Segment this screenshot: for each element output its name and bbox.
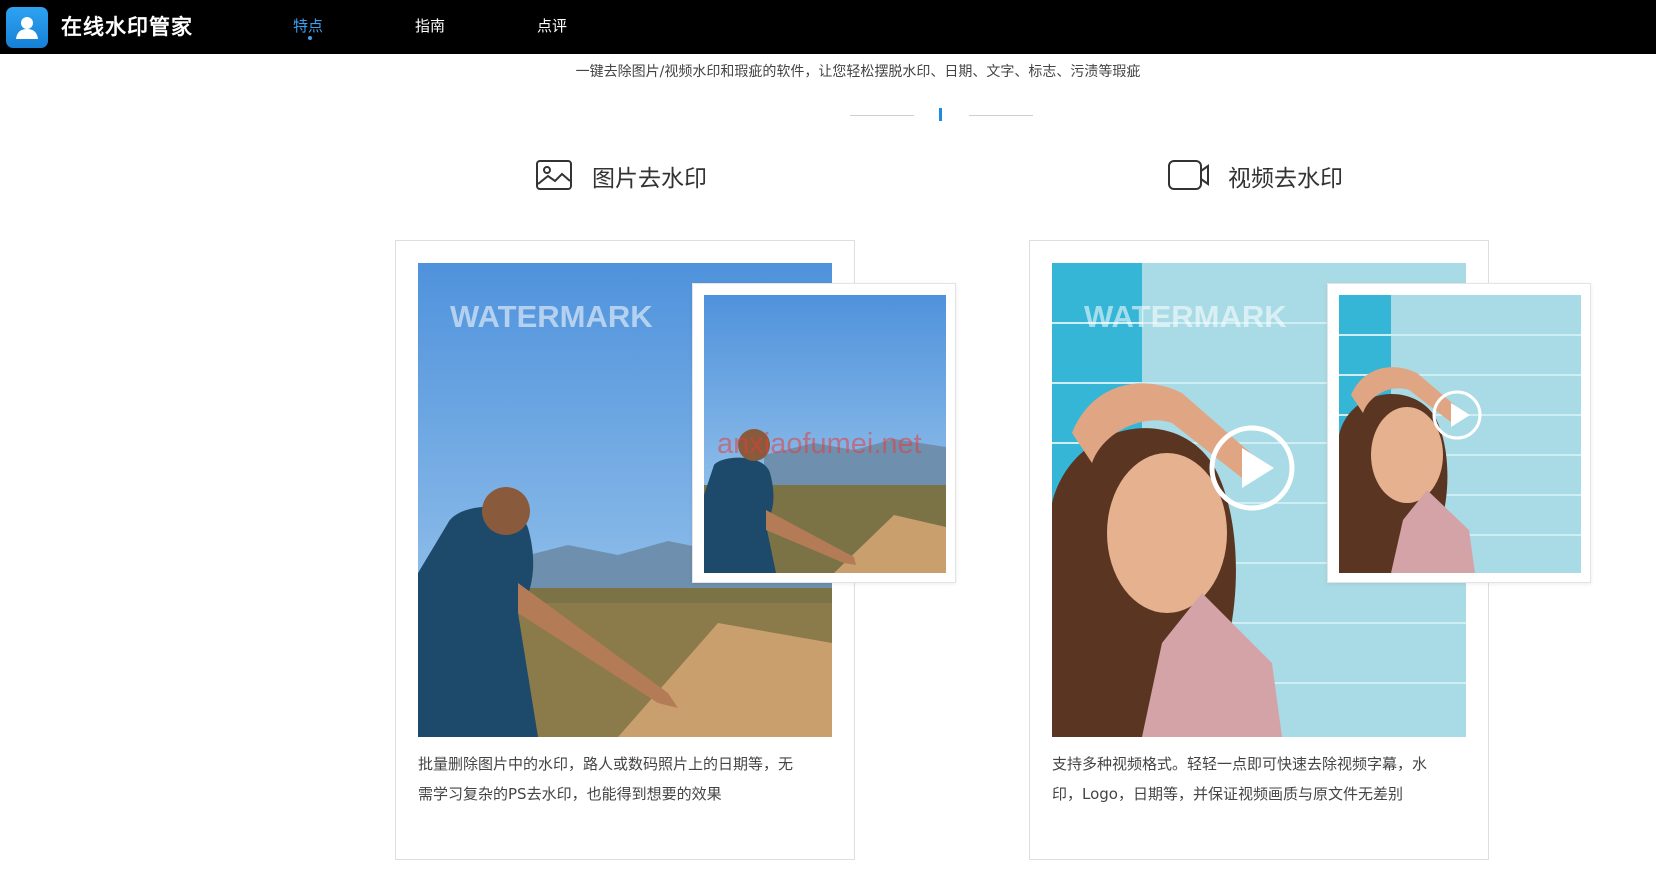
description-line: 需学习复杂的PS去水印，也能得到想要的效果 bbox=[418, 785, 722, 803]
play-button[interactable] bbox=[1212, 428, 1292, 508]
site-watermark: anxiaofumei.net bbox=[717, 428, 922, 460]
image-result-preview: anxiaofumei.net bbox=[692, 283, 956, 583]
brand-name[interactable]: 在线水印管家 bbox=[61, 11, 193, 41]
nav-label: 指南 bbox=[415, 17, 446, 35]
nav-item-guide[interactable]: 指南 bbox=[415, 15, 445, 36]
section-title-image-watermark: 图片去水印 bbox=[592, 166, 707, 192]
nav-label: 特点 bbox=[293, 17, 324, 35]
divider-left bbox=[850, 115, 914, 116]
feature-description: 批量删除图片中的水印，路人或数码照片上的日期等，无 需学习复杂的PS去水印，也能… bbox=[418, 749, 832, 809]
nav-label: 点评 bbox=[537, 17, 568, 35]
watermark-text: WATERMARK bbox=[450, 299, 653, 334]
feature-description: 支持多种视频格式。轻轻一点即可快速去除视频字幕，水 印，Logo，日期等，并保证… bbox=[1052, 749, 1466, 809]
description-line: 印，Logo，日期等，并保证视频画质与原文件无差别 bbox=[1052, 785, 1403, 803]
nav-active-indicator bbox=[308, 36, 312, 40]
section-title-video-watermark: 视频去水印 bbox=[1228, 166, 1343, 192]
play-icon[interactable] bbox=[1434, 392, 1480, 438]
divider-right bbox=[969, 115, 1033, 116]
nav-item-features[interactable]: 特点 bbox=[293, 15, 324, 40]
divider-mark bbox=[939, 108, 942, 121]
top-navigation-bar: 在线水印管家 特点 指南 点评 bbox=[0, 0, 1656, 54]
description-line: 批量删除图片中的水印，路人或数码照片上的日期等，无 bbox=[418, 755, 794, 773]
video-result-preview bbox=[1327, 283, 1591, 583]
watermark-text: WATERMARK bbox=[1084, 299, 1287, 334]
page: 在线水印管家 特点 指南 点评 一键去除图片/视频水印和瑕疵的软件，让您轻松摆脱… bbox=[0, 0, 1656, 895]
nav-item-reviews[interactable]: 点评 bbox=[537, 15, 567, 36]
description-line: 支持多种视频格式。轻轻一点即可快速去除视频字幕，水 bbox=[1052, 755, 1428, 773]
intro-subtitle: 一键去除图片/视频水印和瑕疵的软件，让您轻松摆脱水印、日期、文字、标志、污渍等瑕… bbox=[575, 64, 1141, 80]
video-camera-icon bbox=[1167, 159, 1211, 191]
image-icon bbox=[535, 159, 573, 191]
user-icon bbox=[16, 17, 38, 39]
app-logo[interactable] bbox=[6, 7, 48, 48]
